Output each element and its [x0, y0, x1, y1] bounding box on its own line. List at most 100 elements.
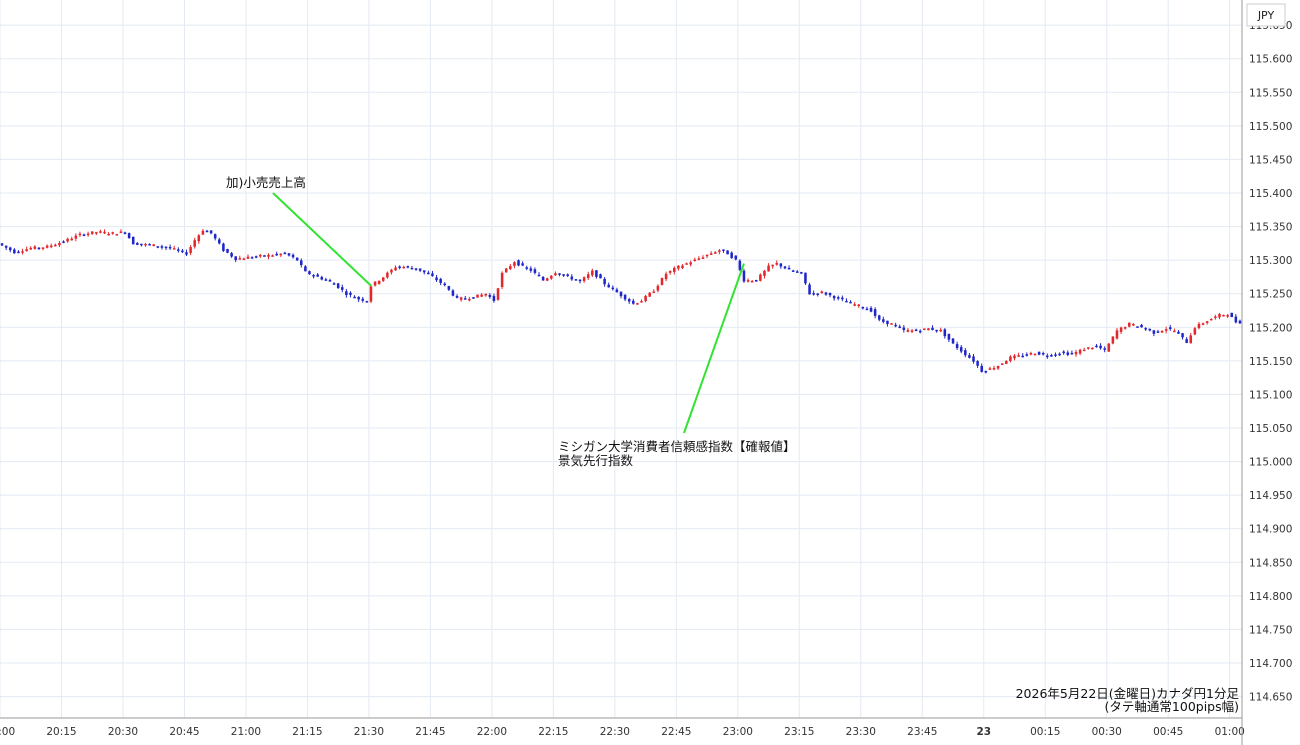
- candle-body: [398, 266, 401, 269]
- candle-body: [1111, 336, 1115, 344]
- candle-body: [509, 266, 512, 270]
- candle-body: [234, 256, 237, 261]
- candle-body: [701, 257, 705, 259]
- candle-body: [1070, 352, 1074, 355]
- candle-body: [340, 287, 344, 290]
- candle-body: [1152, 330, 1156, 334]
- candle-body: [1234, 316, 1238, 323]
- candle-body: [763, 270, 766, 276]
- candle-body: [533, 269, 537, 273]
- candle-body: [869, 307, 873, 312]
- candle-body: [1209, 318, 1213, 321]
- candle-body: [726, 250, 729, 255]
- candle-body: [923, 328, 926, 330]
- candle-body: [435, 277, 438, 281]
- candle-body: [1156, 331, 1160, 333]
- candle-body: [328, 280, 332, 282]
- candle-body: [910, 330, 914, 332]
- candle-body: [730, 252, 733, 259]
- candle-body: [1037, 351, 1041, 355]
- candle-body: [66, 238, 69, 242]
- candle-body: [58, 242, 61, 246]
- candle-body: [898, 326, 902, 329]
- candle-body: [250, 257, 254, 259]
- candle-body: [1013, 355, 1016, 359]
- candle-body: [1033, 353, 1037, 356]
- y-tick-label: 114.800: [1249, 591, 1292, 603]
- candle-body: [591, 270, 594, 276]
- candle-body: [660, 278, 664, 285]
- candle-body: [353, 296, 356, 299]
- candle-body: [414, 268, 418, 270]
- candle-body: [369, 286, 373, 302]
- candle-body: [451, 290, 455, 296]
- x-tick-label: 20:45: [169, 726, 199, 738]
- y-tick-label: 115.500: [1249, 121, 1292, 133]
- candle-body: [738, 260, 742, 270]
- candle-body: [1205, 321, 1209, 323]
- candle-body: [1017, 355, 1020, 357]
- candle-body: [1201, 323, 1205, 325]
- candle-body: [390, 269, 393, 273]
- candle-body: [714, 252, 717, 254]
- x-tick-label: 23:45: [907, 726, 937, 738]
- candle-body: [62, 241, 65, 243]
- candle-body: [95, 232, 98, 234]
- candle-body: [619, 291, 623, 297]
- candle-body: [386, 272, 389, 278]
- y-tick-label: 115.100: [1249, 389, 1292, 401]
- candle-body: [632, 300, 635, 304]
- candle-body: [140, 243, 143, 246]
- candle-body: [238, 258, 242, 260]
- annotation-label: 景気先行指数: [558, 453, 634, 468]
- candle-body: [1136, 326, 1139, 328]
- candle-body: [336, 283, 340, 289]
- candlestick-chart[interactable]: 加)小売売上高ミシガン大学消費者信頼感指数【確報値】景気先行指数 115.650…: [0, 0, 1300, 745]
- candle-body: [771, 264, 774, 267]
- candle-body: [1173, 330, 1176, 333]
- candle-body: [677, 265, 680, 269]
- candle-body: [570, 276, 574, 280]
- candle-body: [1128, 322, 1131, 327]
- x-tick-label: 21:30: [354, 726, 384, 738]
- candle-body: [640, 301, 643, 303]
- candle-body: [939, 329, 942, 332]
- candle-body: [99, 231, 102, 233]
- annotation-leader-line: [272, 192, 372, 287]
- candle-body: [603, 278, 606, 285]
- candle-body: [0, 243, 4, 246]
- candle-body: [349, 292, 352, 295]
- chart-root: 加)小売売上高ミシガン大学消費者信頼感指数【確報値】景気先行指数 115.650…: [0, 0, 1300, 745]
- candle-body: [959, 347, 963, 352]
- candle-body: [611, 287, 615, 290]
- x-tick-label: 20:00: [0, 726, 15, 738]
- candle-body: [472, 297, 475, 299]
- candle-body: [873, 309, 877, 316]
- candle-body: [894, 324, 897, 327]
- candle-body: [779, 263, 783, 267]
- candle-body: [513, 262, 516, 266]
- candle-body: [111, 232, 114, 234]
- candle-body: [500, 272, 504, 287]
- candle-body: [853, 304, 856, 306]
- x-tick-label: 00:15: [1030, 726, 1060, 738]
- candle-body: [152, 244, 155, 247]
- candle-body: [90, 231, 94, 234]
- candle-body: [119, 231, 123, 234]
- candle-body: [689, 262, 692, 265]
- candle-body: [685, 263, 688, 265]
- candle-body: [574, 279, 578, 281]
- x-tick-label: 23: [976, 726, 991, 738]
- y-tick-label: 115.000: [1249, 457, 1292, 469]
- x-tick-label: 00:45: [1153, 726, 1183, 738]
- candle-body: [996, 365, 1000, 369]
- candle-body: [750, 280, 754, 283]
- candle-body: [218, 239, 221, 244]
- candle-body: [1189, 335, 1193, 344]
- candle-body: [324, 279, 328, 281]
- candle-body: [123, 232, 127, 234]
- candle-body: [263, 255, 266, 257]
- candle-body: [902, 327, 906, 330]
- candle-body: [697, 258, 701, 260]
- candle-body: [189, 247, 192, 254]
